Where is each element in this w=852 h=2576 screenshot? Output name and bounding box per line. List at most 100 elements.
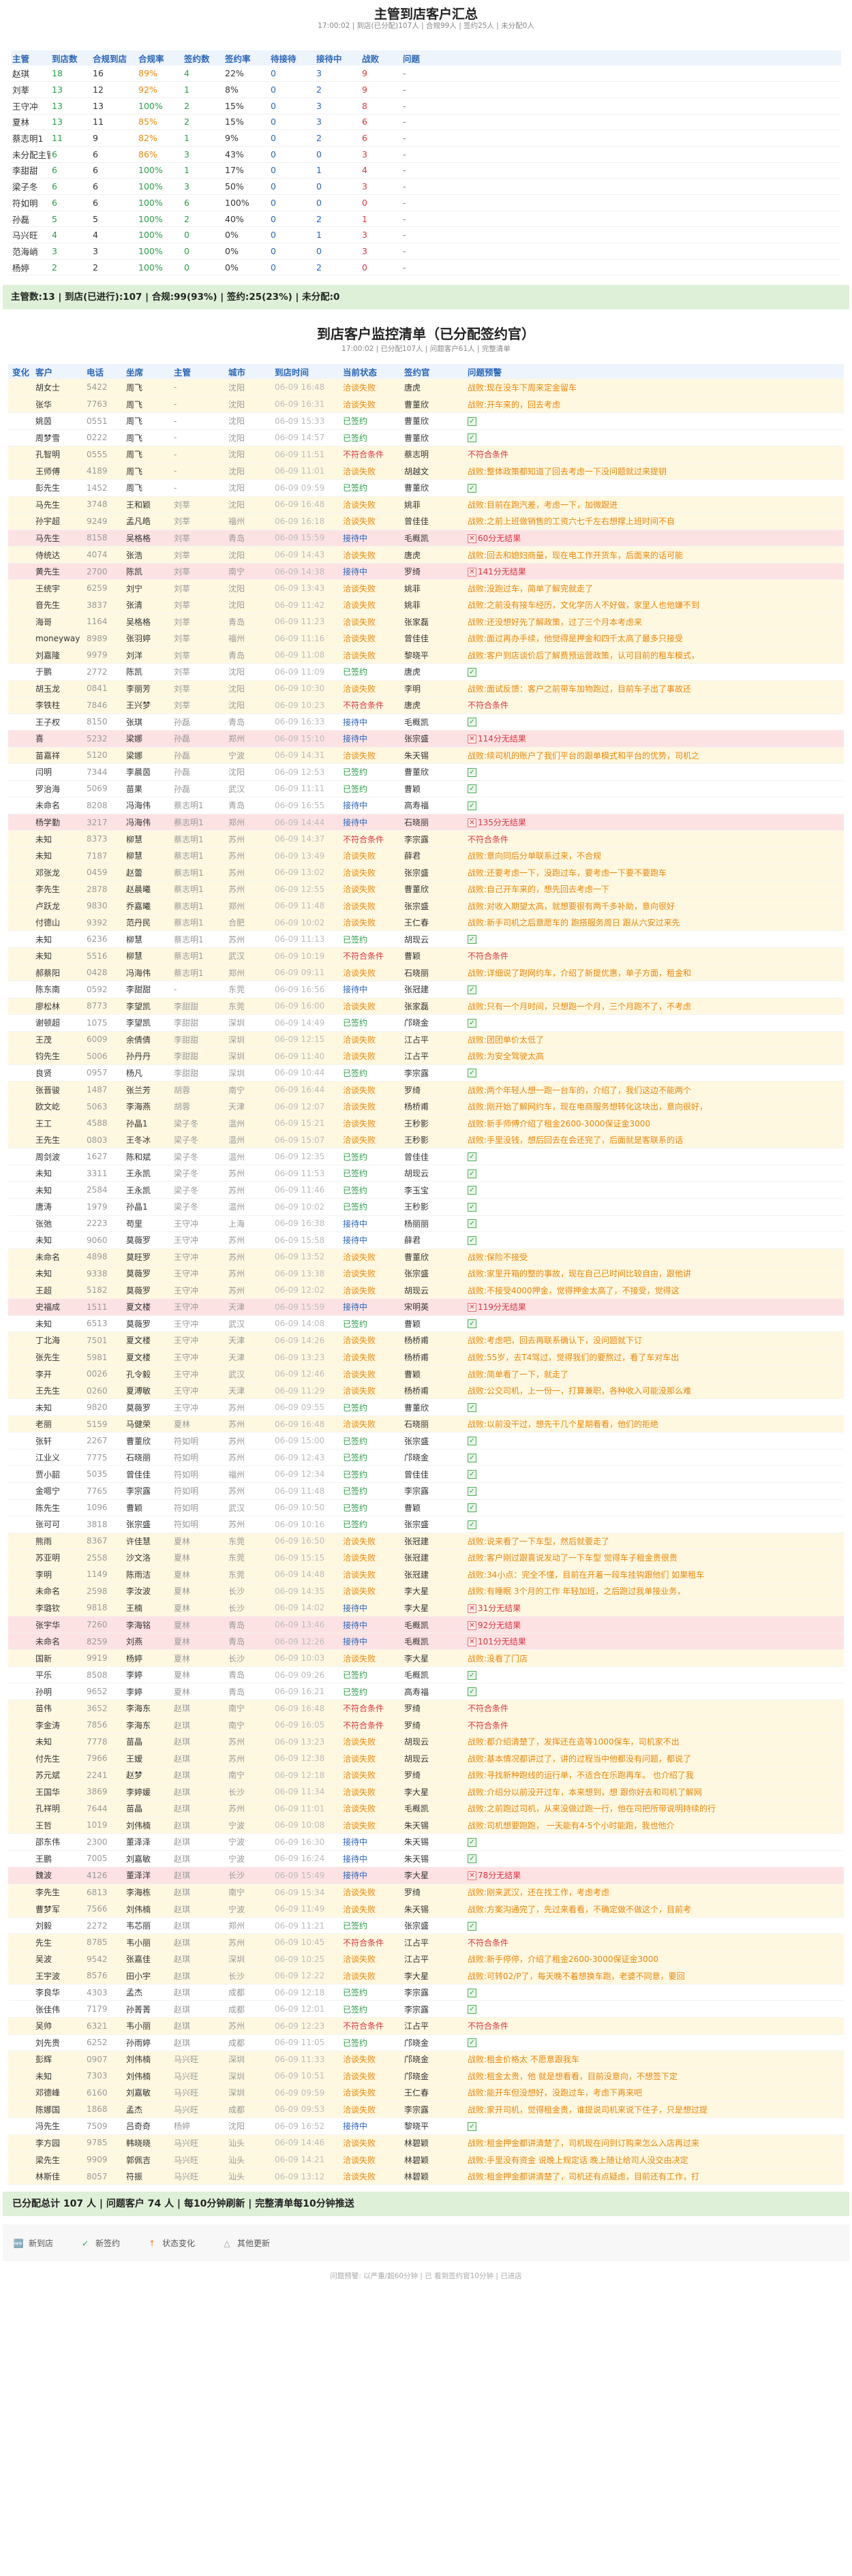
customer-row[interactable]: 林斯佳 8057 符振 马兴旺 汕头 06-09 13:12 洽谈失败 林碧颖 战败:租金押金都… <box>8 2168 844 2185</box>
customer-row[interactable]: 廖松林 8773 李望凯 李甜甜 东莞 06-09 16:00 洽谈失败 张家磊 战败:只有一个… <box>8 998 844 1015</box>
customer-row[interactable]: 马先生 8158 吴格格 刘莘 青岛 06-09 15:59 接待中 毛概凯 ✕ 60分无结果 <box>8 530 844 547</box>
customer-row[interactable]: 未知 5516 柳慧 蔡志明1 武汉 06-09 10:19 不符合条件 曹颖 不符合条件 <box>8 947 844 965</box>
customer-row[interactable]: 钧先生 5006 孙丹丹 李甜甜 深圳 06-09 11:40 洽谈失败 江占平 战败:为安全驾… <box>8 1047 844 1065</box>
customer-row[interactable]: 刘毅 2272 韦芯丽 赵琪 郑州 06-09 11:21 已签约 张宗盛 ✓ <box>8 1917 844 1934</box>
customer-row[interactable]: 陈娜国 1868 孟杰 马兴旺 成都 06-09 09:53 洽谈失败 李宗露 战败:家开司机，… <box>8 2101 844 2118</box>
customer-row[interactable]: 未知 9338 莫薇罗 王守冲 苏州 06-09 13:38 洽谈失败 张宗盛 战败:家里开箱的… <box>8 1265 844 1283</box>
customer-row[interactable]: 未知 9820 莫薇罗 王守冲 苏州 06-09 09:55 已签约 曹董欣 ✓ <box>8 1399 844 1416</box>
customer-row[interactable]: 胡女士 5422 周飞 - 沈阳 06-09 16:48 洽谈失败 唐虎 战败:现在没车下周来定… <box>8 379 844 396</box>
customer-row[interactable]: 刘先贵 6252 孙雨婷 赵琪 成都 06-09 11:05 已签约 邝晓金 ✓ <box>8 2034 844 2051</box>
customer-row[interactable]: 未知 2584 王永凯 梁子冬 苏州 06-09 11:46 已签约 李玉宝 ✓ <box>8 1182 844 1199</box>
customer-row[interactable]: 未知 6513 莫薇罗 王守冲 武汉 06-09 14:08 已签约 曹颖 ✓ <box>8 1315 844 1332</box>
customer-row[interactable]: 张晋骏 1487 张兰芳 胡蓉 南宁 06-09 16:44 洽谈失败 罗绮 战败:两个年轻人想… <box>8 1081 844 1099</box>
customer-row[interactable]: 平乐 8508 李婷 夏林 青岛 06-09 09:26 已签约 毛概凯 ✓ <box>8 1666 844 1683</box>
customer-row[interactable]: 熊雨 8367 许佳慧 夏林 东莞 06-09 16:50 洽谈失败 张冠建 战败:说来看了一下… <box>8 1533 844 1550</box>
customer-row[interactable]: 卢跃龙 9830 乔嘉曦 蔡志明1 郑州 06-09 11:48 洽谈失败 张宗盛 战败:对收入… <box>8 897 844 915</box>
customer-row[interactable]: 欧文屹 5063 李海燕 胡蓉 天津 06-09 12:07 洽谈失败 杨桥甫 战败:刚开始了解… <box>8 1098 844 1115</box>
customer-row[interactable]: 喜 5232 梁娜 孙磊 郑州 06-09 15:10 接待中 张宗盛 ✕ 114分无结果 <box>8 730 844 748</box>
customer-row[interactable]: 王鹏 7005 刘嘉敏 赵琪 宁波 06-09 16:24 接待中 朱天锡 ✓ <box>8 1850 844 1867</box>
customer-row[interactable]: 彭辉 0907 刘伟楠 马兴旺 深圳 06-09 11:33 洽谈失败 邝晓金 战败:租金价格太… <box>8 2051 844 2068</box>
customer-row[interactable]: 王国华 3869 李婷媛 赵琪 长沙 06-09 11:34 洽谈失败 李大星 战败:介绍分以前… <box>8 1783 844 1800</box>
customer-row[interactable]: 苗嘉祥 5120 梁娜 孙磊 宁波 06-09 14:31 洽谈失败 朱天锡 战败:续司机的账户… <box>8 747 844 764</box>
customer-row[interactable]: 张先生 5981 夏文楼 王守冲 天津 06-09 13:23 洽谈失败 杨桥甫 战败:55岁，… <box>8 1349 844 1366</box>
customer-row[interactable]: 罗治海 5069 苗果 孙磊 武汉 06-09 11:11 已签约 曹颖 ✓ <box>8 780 844 797</box>
customer-row[interactable]: 国新 9919 杨婷 夏林 长沙 06-09 10:03 洽谈失败 李大星 战败:没看了门店 <box>8 1649 844 1667</box>
customer-row[interactable]: 未知 7303 刘伟楠 马兴旺 深圳 06-09 10:51 洽谈失败 邝晓金 战败:租金太贵，… <box>8 2068 844 2085</box>
customer-row[interactable]: 付先生 7966 王嫒 赵琪 苏州 06-09 12:38 洽谈失败 胡现云 战败:基本情况都讲… <box>8 1750 844 1767</box>
customer-row[interactable]: 王哲 1019 刘伟楠 赵琪 宁波 06-09 10:08 洽谈失败 朱天锡 战败:司机想要跑跑… <box>8 1817 844 1834</box>
customer-row[interactable]: 史福成 1511 夏文楼 王守冲 天津 06-09 15:59 接待中 宋明英 ✕ 119分无结果 <box>8 1298 844 1316</box>
customer-row[interactable]: 张弛 2223 苟里 王守冲 上海 06-09 16:38 接待中 杨丽丽 ✓ <box>8 1215 844 1232</box>
customer-row[interactable]: 杨学勤 3217 冯海伟 蔡志明1 郑州 06-09 14:44 接待中 石晓丽 ✕ 135分无结… <box>8 814 844 831</box>
customer-row[interactable]: 李开 0026 孔令毅 王守冲 武汉 06-09 12:46 洽谈失败 曹颖 战败:简单看了一下… <box>8 1365 844 1383</box>
customer-row[interactable]: 刘嘉隆 9979 刘洋 刘莘 青岛 06-09 11:08 洽谈失败 黎晓平 战败:客户到店谈价… <box>8 646 844 664</box>
customer-row[interactable]: 孔智明 0555 周飞 - 沈阳 06-09 11:51 不符合条件 蔡志明 不符合条件 <box>8 446 844 463</box>
customer-row[interactable]: 邵东伟 2300 董泽泽 赵琪 宁波 06-09 16:30 接待中 朱天锡 ✓ <box>8 1834 844 1851</box>
customer-row[interactable]: 李璐钦 9818 王楠 夏林 长沙 06-09 14:02 接待中 李大星 ✕ 31分无结果 <box>8 1599 844 1616</box>
customer-row[interactable]: 王茂 6009 余倩倩 李甜甜 深圳 06-09 12:15 洽谈失败 江占平 战败:团团单价太… <box>8 1031 844 1048</box>
customer-row[interactable]: 张轩 2267 曹董欣 符如明 苏州 06-09 15:00 已签约 张宗盛 ✓ <box>8 1432 844 1450</box>
customer-row[interactable]: 王超 5182 莫薇罗 王守冲 苏州 06-09 12:02 洽谈失败 胡现云 战败:不接受40… <box>8 1282 844 1299</box>
customer-row[interactable]: 黄先生 2700 陈凯 刘莘 南宁 06-09 14:38 接待中 罗绮 ✕ 141分无结果 <box>8 563 844 580</box>
customer-row[interactable]: 魏波 4126 董泽洋 赵琪 长沙 06-09 15:49 接待中 李大星 ✕ 78分无结果 <box>8 1867 844 1884</box>
customer-row[interactable]: 马先生 3748 王和颖 刘莘 沈阳 06-09 16:48 洽谈失败 姚菲 战败:目前在跑汽差… <box>8 496 844 513</box>
customer-row[interactable]: 未知 7778 苗晶 赵琪 苏州 06-09 13:23 洽谈失败 胡现云 战败:都介绍清楚了，… <box>8 1733 844 1750</box>
customer-row[interactable]: 李铁柱 7846 王兴梦 刘莘 沈阳 06-09 10:23 不符合条件 唐虎 不符合条件 <box>8 696 844 714</box>
customer-row[interactable]: 彭先生 1452 周飞 - 沈阳 06-09 09:59 已签约 曹董欣 ✓ <box>8 480 844 497</box>
customer-row[interactable]: 王师傅 4189 周飞 - 沈阳 06-09 11:01 洽谈失败 胡越文 战败:整体政策都知道… <box>8 463 844 480</box>
customer-row[interactable]: 邓德峰 6160 刘嘉敏 马兴旺 深圳 06-09 09:59 洽谈失败 王仁春 战败:能开车但… <box>8 2084 844 2102</box>
customer-row[interactable]: 陈先生 1096 曹颖 符如明 武汉 06-09 10:50 已签约 曹颖 ✓ <box>8 1499 844 1516</box>
customer-row[interactable]: 王宇波 8576 田小宇 赵琪 长沙 06-09 12:22 洽谈失败 李大星 战败:可转02/… <box>8 1967 844 1984</box>
customer-row[interactable]: 唐涛 1979 孙晶1 梁子冬 温州 06-09 10:02 已签约 王秒影 ✓ <box>8 1198 844 1215</box>
customer-row[interactable]: moneyway 8989 张羽婷 刘莘 福州 06-09 11:16 洽谈失败 曾佳佳 战败:… <box>8 630 844 647</box>
customer-row[interactable]: 苏亚明 2558 沙文洛 夏林 东莞 06-09 15:15 洽谈失败 张冠建 战败:客户刚过跟… <box>8 1549 844 1567</box>
customer-row[interactable]: 未命名 8208 冯海伟 蔡志明1 青岛 06-09 16:55 接待中 高寿福 ✓ <box>8 797 844 814</box>
customer-row[interactable]: 孙宇超 9249 孟凡皓 刘莘 福州 06-09 16:18 洽谈失败 曾佳佳 战败:之前上班做… <box>8 512 844 530</box>
customer-row[interactable]: 闫明 7344 李晨茵 孙磊 沈阳 06-09 12:53 已签约 曹董欣 ✓ <box>8 764 844 781</box>
customer-row[interactable]: 姚茵 0551 周飞 - 沈阳 06-09 15:33 已签约 曹董欣 ✓ <box>8 413 844 430</box>
customer-row[interactable]: 未知 3311 王永凯 梁子冬 苏州 06-09 11:53 已签约 胡现云 ✓ <box>8 1165 844 1182</box>
customer-row[interactable]: 王先生 0803 王冬冰 梁子冬 温州 06-09 15:07 洽谈失败 王秒影 战败:手里没钱… <box>8 1131 844 1148</box>
customer-row[interactable]: 老丽 5159 马健荣 夏林 苏州 06-09 16:48 洽谈失败 石晓丽 战败:以前没干过，… <box>8 1415 844 1432</box>
customer-row[interactable]: 张宇华 7260 李海铭 夏林 青岛 06-09 13:46 接待中 毛概凯 ✕ 92分无结果 <box>8 1616 844 1634</box>
customer-row[interactable]: 付德山 9392 范丹民 蔡志明1 合肥 06-09 10:02 洽谈失败 王仁春 战败:新手司… <box>8 914 844 931</box>
customer-row[interactable]: 王工 4588 孙晶1 梁子冬 温州 06-09 15:21 洽谈失败 王秒影 战败:新手师傅介… <box>8 1114 844 1132</box>
customer-row[interactable]: 吴波 9542 张嘉佳 赵琪 深圳 06-09 10:25 洽谈失败 江占平 战败:新手停停，介… <box>8 1950 844 1967</box>
customer-row[interactable]: 海哥 1164 吴格格 刘莘 青岛 06-09 11:23 洽谈失败 张家磊 战败:还没想好先了… <box>8 613 844 630</box>
customer-row[interactable]: 郝蔡阳 0428 冯海伟 蔡志明1 郑州 06-09 09:11 洽谈失败 石晓丽 战败:详细说… <box>8 964 844 981</box>
customer-row[interactable]: 未知 8373 柳慧 蔡志明1 苏州 06-09 14:37 不符合条件 李宗露 不符合条件 <box>8 830 844 848</box>
customer-row[interactable]: 李金涛 7856 李海东 赵琪 南宁 06-09 16:05 不符合条件 罗绮 不符合条件 <box>8 1716 844 1734</box>
customer-row[interactable]: 王统宇 6259 刘宁 刘莘 沈阳 06-09 13:43 洽谈失败 姚菲 战败:没跑过车，简单… <box>8 579 844 597</box>
customer-row[interactable]: 未命名 8259 刘燕 夏林 青岛 06-09 12:26 接待中 毛概凯 ✕ 101分无结果 <box>8 1633 844 1650</box>
customer-row[interactable]: 未知 9060 莫薇罗 王守冲 苏州 06-09 15:58 接待中 薛君 ✓ <box>8 1232 844 1249</box>
customer-row[interactable]: 张可可 3818 张宗盛 符如明 苏州 06-09 10:16 已签约 张宗盛 ✓ <box>8 1516 844 1533</box>
customer-row[interactable]: 李先生 6813 李海栋 赵琪 南宁 06-09 15:34 洽谈失败 罗绮 战败:刚来武汉，还… <box>8 1884 844 1901</box>
customer-row[interactable]: 张佳伟 7179 孙菁菁 赵琪 成都 06-09 12:01 已签约 李宗露 ✓ <box>8 2001 844 2018</box>
customer-row[interactable]: 先生 8785 韦小丽 赵琪 苏州 06-09 10:45 不符合条件 江占平 不符合条件 <box>8 1933 844 1951</box>
customer-row[interactable]: 李先生 2878 赵晨曦 蔡志明1 苏州 06-09 12:55 洽谈失败 曹董欣 战败:自己开… <box>8 880 844 898</box>
customer-row[interactable]: 李明 1149 陈雨洁 夏林 东莞 06-09 14:48 洽谈失败 张冠建 战败:34小点：完… <box>8 1566 844 1583</box>
customer-row[interactable]: 梁先生 9909 郭佩吉 马兴旺 汕头 06-09 14:21 洽谈失败 林碧颖 战败:手里没有… <box>8 2151 844 2168</box>
customer-row[interactable]: 曹梦军 7566 刘伟楠 赵琪 宁波 06-09 11:49 洽谈失败 朱天锡 战败:方案沟通完… <box>8 1900 844 1918</box>
customer-row[interactable]: 丁北海 7501 夏文楼 王守冲 天津 06-09 14:26 洽谈失败 杨桥甫 战败:考虑吧，… <box>8 1332 844 1349</box>
customer-row[interactable]: 未知 6236 柳慧 蔡志明1 苏州 06-09 11:13 已签约 胡现云 ✓ <box>8 931 844 948</box>
customer-row[interactable]: 苏元斌 2241 赵梦 赵琪 南宁 06-09 12:18 洽谈失败 罗绮 战败:寻找新种跑线的… <box>8 1766 844 1784</box>
customer-row[interactable]: 于鹏 2772 陈凯 刘莘 沈阳 06-09 11:09 已签约 唐虎 ✓ <box>8 663 844 680</box>
customer-row[interactable]: 胡玉龙 0841 李丽芳 刘莘 沈阳 06-09 10:30 洽谈失败 李明 战败:面试反馈：客… <box>8 680 844 697</box>
customer-row[interactable]: 孙明 9652 李婷 夏林 青岛 06-09 16:21 已签约 高寿福 ✓ <box>8 1683 844 1700</box>
customer-row[interactable]: 邓张龙 0459 赵蕾 蔡志明1 苏州 06-09 13:02 洽谈失败 张宗盛 战败:还要考虑… <box>8 863 844 881</box>
customer-row[interactable]: 侍统达 4074 张浩 刘莘 沈阳 06-09 14:43 洽谈失败 唐虎 战败:回去和媳妇商量… <box>8 546 844 564</box>
customer-row[interactable]: 苗伟 3652 李海东 赵琪 南宁 06-09 16:48 不符合条件 罗绮 不符合条件 <box>8 1700 844 1717</box>
customer-row[interactable]: 周梦雪 0222 周飞 - 沈阳 06-09 14:57 已签约 曹董欣 ✓ <box>8 429 844 446</box>
customer-row[interactable]: 孔祥明 7644 苗晶 赵琪 苏州 06-09 11:01 洽谈失败 毛概凯 战败:之前跑过司机… <box>8 1800 844 1818</box>
customer-row[interactable]: 音先生 3837 张清 刘莘 沈阳 06-09 11:42 洽谈失败 姚菲 战败:之前没有接车经… <box>8 596 844 613</box>
customer-row[interactable]: 李方园 9785 韩晓晓 马兴旺 汕头 06-09 14:46 洽谈失败 林碧颖 战败:租金押金… <box>8 2134 844 2151</box>
customer-row[interactable]: 王先生 0260 夏溥敏 王守冲 天津 06-09 11:29 洽谈失败 杨桥甫 战败:公交司机… <box>8 1382 844 1399</box>
customer-row[interactable]: 李良华 4303 孟杰 赵琪 成都 06-09 12:18 已签约 李宗露 ✓ <box>8 1984 844 2001</box>
customer-row[interactable]: 金嗯宁 7765 李宗露 符如明 苏州 06-09 11:48 已签约 李宗露 ✓ <box>8 1483 844 1500</box>
customer-row[interactable]: 江业义 7775 石晓丽 符如明 苏州 06-09 12:43 已签约 邝晓金 ✓ <box>8 1449 844 1466</box>
customer-row[interactable]: 周剑波 1627 陈和斌 梁子冬 温州 06-09 12:35 已签约 曾佳佳 ✓ <box>8 1148 844 1165</box>
customer-row[interactable]: 冯先生 7509 吕奇奇 杨婷 沈阳 06-09 16:52 接待中 黎晓平 ✓ <box>8 2118 844 2135</box>
customer-row[interactable]: 未知 7187 柳慧 蔡志明1 苏州 06-09 13:49 洽谈失败 薛君 战败:意向同后分单… <box>8 847 844 864</box>
customer-row[interactable]: 贾小韶 5035 曾佳佳 符如明 福州 06-09 12:34 已签约 曾佳佳 ✓ <box>8 1466 844 1483</box>
